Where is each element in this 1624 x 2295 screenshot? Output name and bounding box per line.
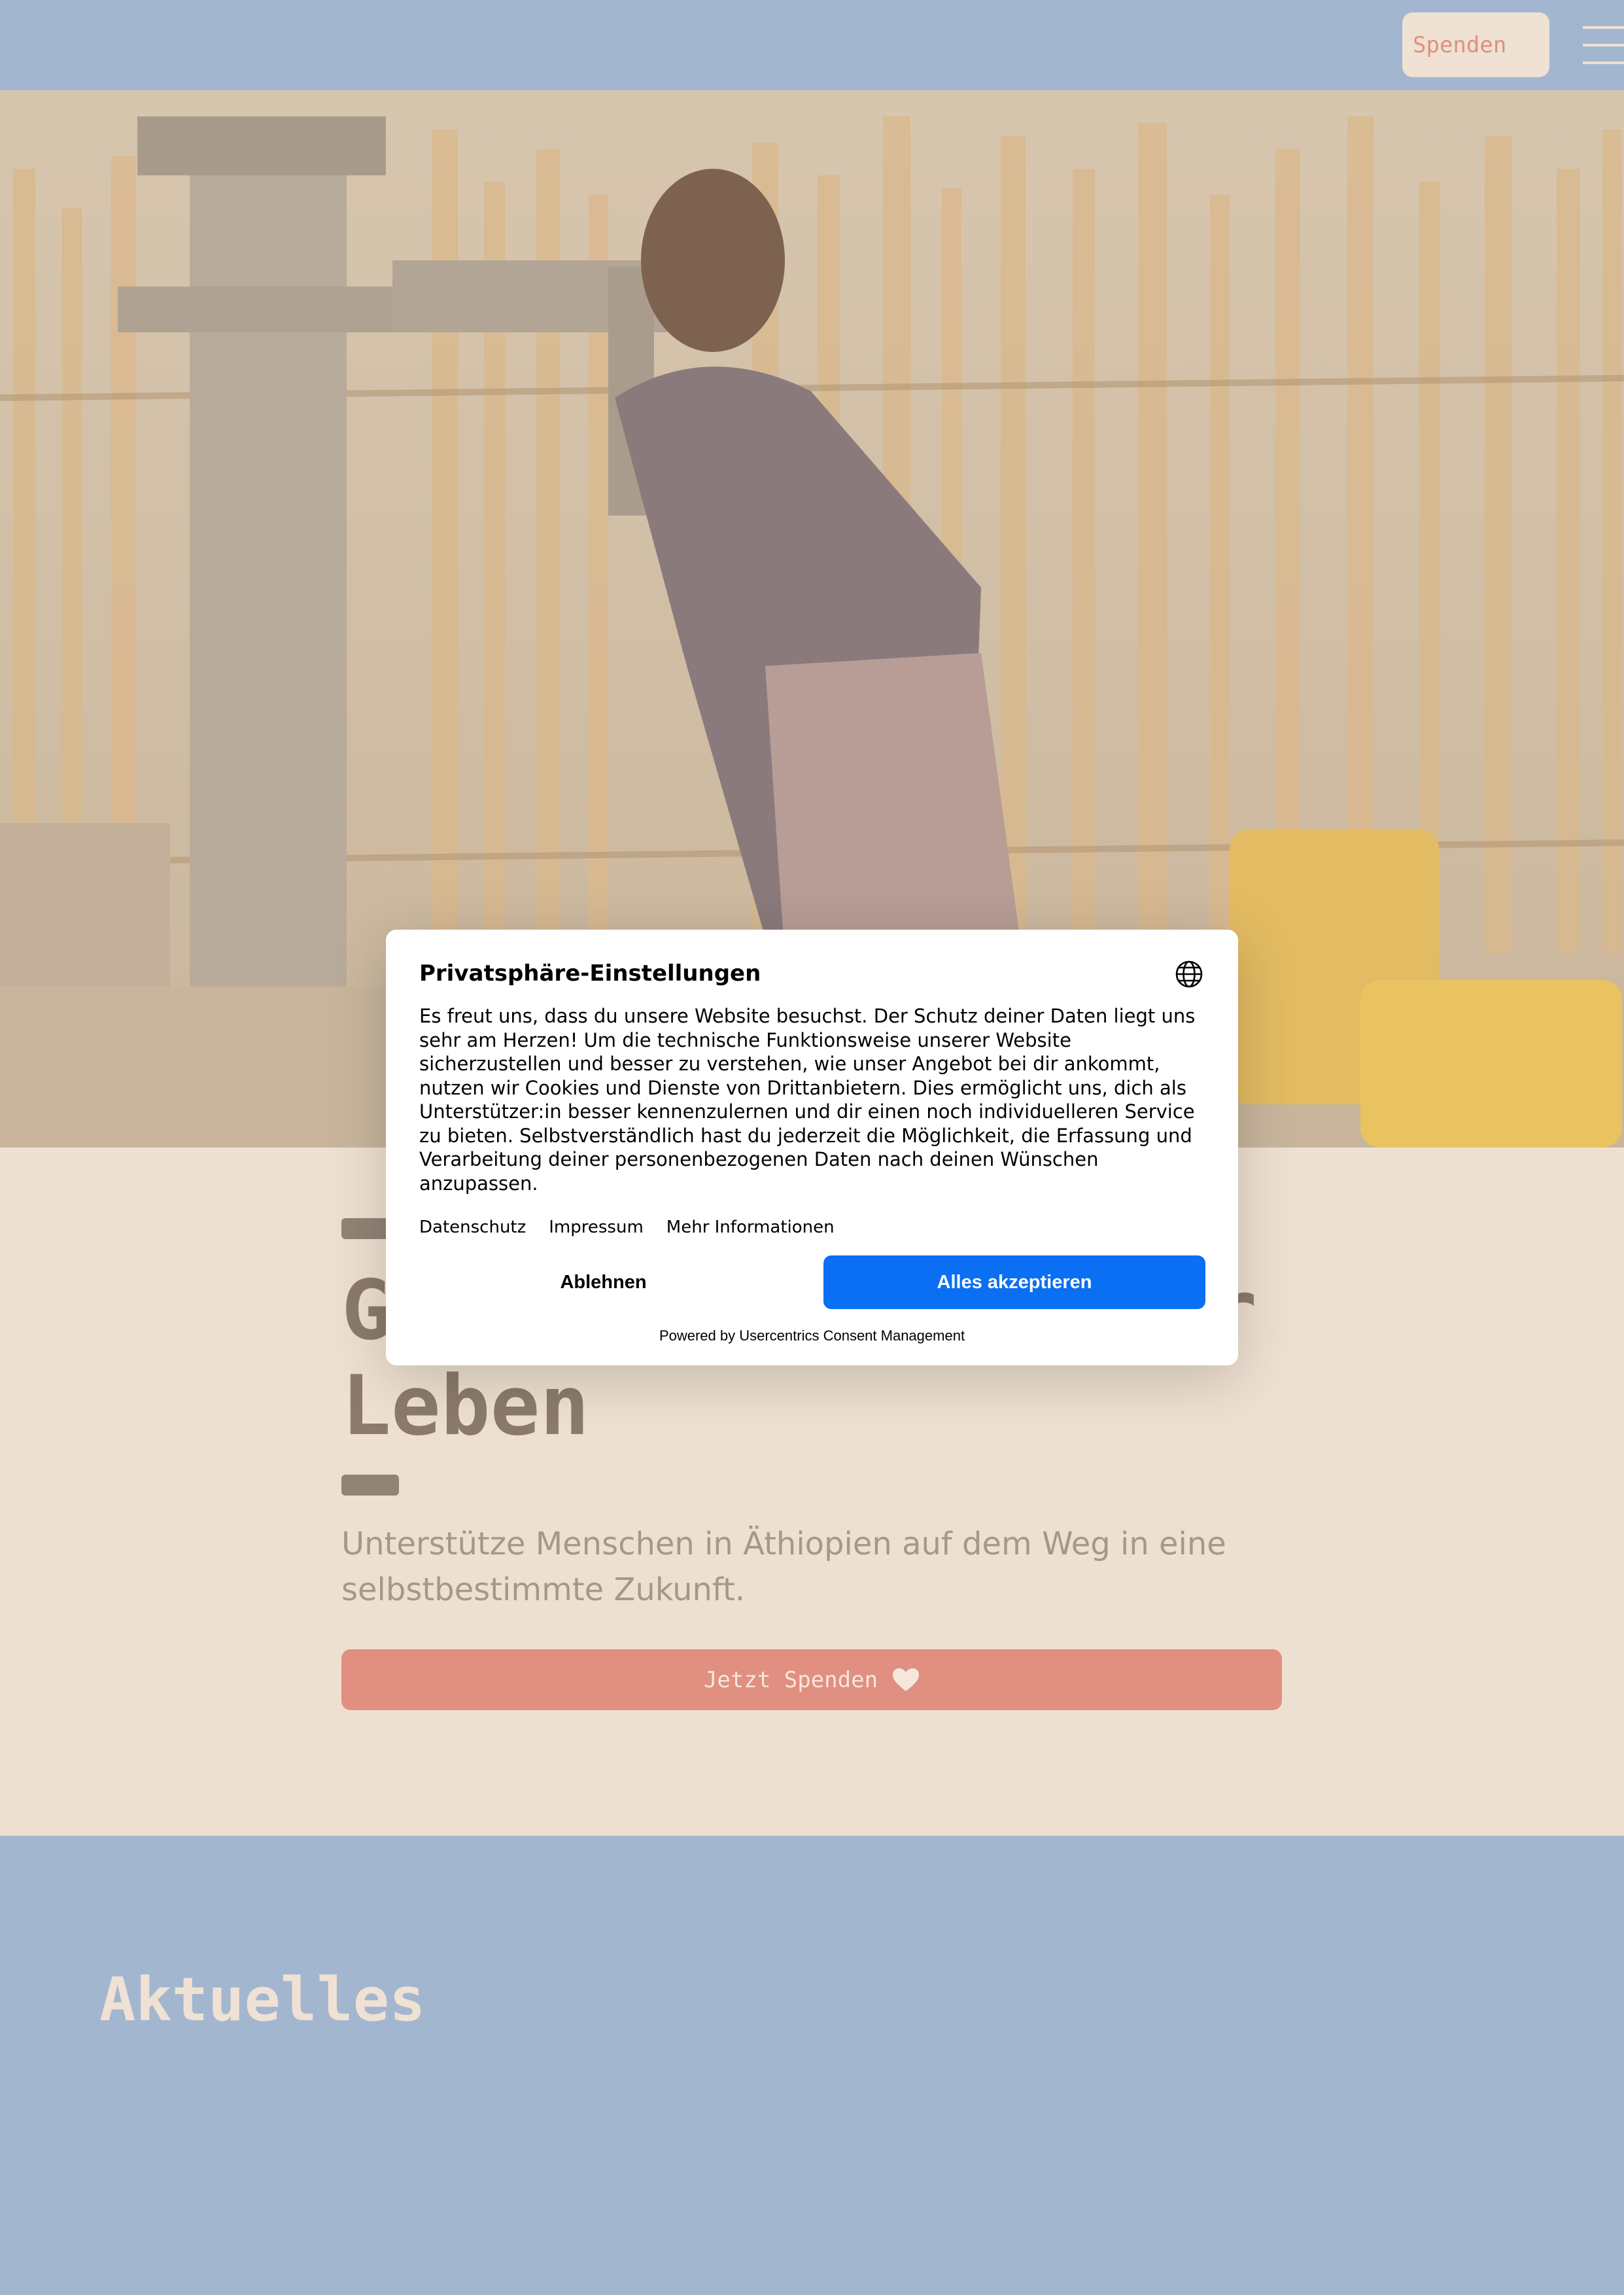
consent-dialog: Privatsphäre-Einstellungen Es freut uns,…: [386, 930, 1238, 1365]
hero-title-line2: Leben: [341, 1358, 590, 1454]
consent-body: Es freut uns, dass du unsere Website bes…: [419, 1005, 1196, 1195]
accent-bar-bottom: [341, 1475, 399, 1496]
donate-now-label: Jetzt Spenden: [703, 1666, 878, 1693]
news-title: Aktuelles: [99, 1965, 426, 2035]
privacy-link[interactable]: Datenschutz: [419, 1218, 526, 1237]
decline-button[interactable]: Ablehnen: [419, 1255, 787, 1309]
donate-button[interactable]: Spenden: [1402, 12, 1549, 77]
consent-title: Privatsphäre-Einstellungen: [419, 960, 761, 987]
heart-icon: [893, 1668, 920, 1691]
news-section: [0, 1836, 1624, 2295]
more-info-link[interactable]: Mehr Informationen: [666, 1218, 835, 1237]
hero-title-line1: G: [341, 1262, 391, 1358]
site-header: Spenden: [0, 0, 1624, 90]
donate-now-button[interactable]: Jetzt Spenden: [341, 1649, 1282, 1710]
consent-links: Datenschutz Impressum Mehr Informationen: [419, 1218, 835, 1237]
accent-bar-top: [341, 1218, 389, 1239]
globe-icon[interactable]: [1175, 960, 1203, 989]
powered-by-text: Powered by Usercentrics Consent Manageme…: [659, 1327, 965, 1344]
hero-subtitle: Unterstütze Menschen in Äthiopien auf de…: [341, 1526, 1226, 1608]
accept-all-button[interactable]: Alles akzeptieren: [823, 1255, 1205, 1309]
hamburger-menu-icon[interactable]: [1583, 24, 1624, 64]
imprint-link[interactable]: Impressum: [549, 1218, 644, 1237]
